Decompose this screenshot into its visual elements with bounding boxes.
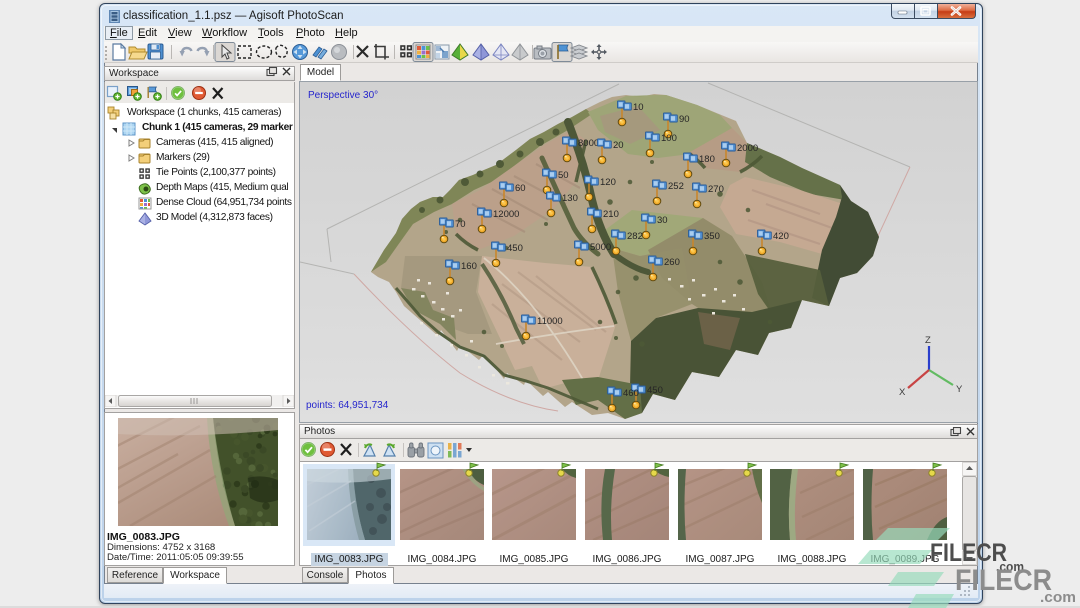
svg-text:120: 120 [600, 177, 616, 188]
svg-text:260: 260 [664, 257, 680, 268]
svg-text:210: 210 [603, 209, 619, 220]
svg-text:points: 64,951,734: points: 64,951,734 [306, 400, 389, 411]
svg-text:2000: 2000 [737, 143, 758, 154]
svg-text:252: 252 [668, 181, 684, 192]
svg-text:50: 50 [558, 170, 569, 181]
svg-text:160: 160 [461, 261, 477, 272]
svg-text:20: 20 [613, 140, 624, 151]
svg-text:90: 90 [679, 114, 690, 125]
svg-text:12000: 12000 [493, 209, 519, 220]
svg-text:5000: 5000 [590, 242, 611, 253]
svg-text:420: 420 [773, 231, 789, 242]
svg-text:Z: Z [925, 335, 931, 346]
svg-text:350: 350 [704, 231, 720, 242]
svg-text:282: 282 [627, 231, 643, 242]
svg-text:8000: 8000 [578, 138, 599, 149]
svg-text:450: 450 [647, 385, 663, 396]
svg-text:11000: 11000 [537, 316, 563, 327]
svg-text:70: 70 [455, 219, 466, 230]
svg-text:270: 270 [708, 184, 724, 195]
svg-text:60: 60 [515, 183, 526, 194]
svg-text:460: 460 [623, 388, 639, 399]
svg-text:FILECR: FILECR [955, 564, 1052, 597]
svg-text:100: 100 [661, 133, 677, 144]
svg-text:.com: .com [1040, 589, 1076, 606]
svg-text:450: 450 [507, 243, 523, 254]
svg-text:Perspective 30°: Perspective 30° [308, 90, 378, 101]
svg-text:30: 30 [657, 215, 668, 226]
svg-text:130: 130 [562, 193, 578, 204]
svg-text:Y: Y [956, 384, 963, 395]
svg-text:10: 10 [633, 102, 644, 113]
svg-text:X: X [899, 387, 906, 398]
svg-text:180: 180 [699, 154, 715, 165]
